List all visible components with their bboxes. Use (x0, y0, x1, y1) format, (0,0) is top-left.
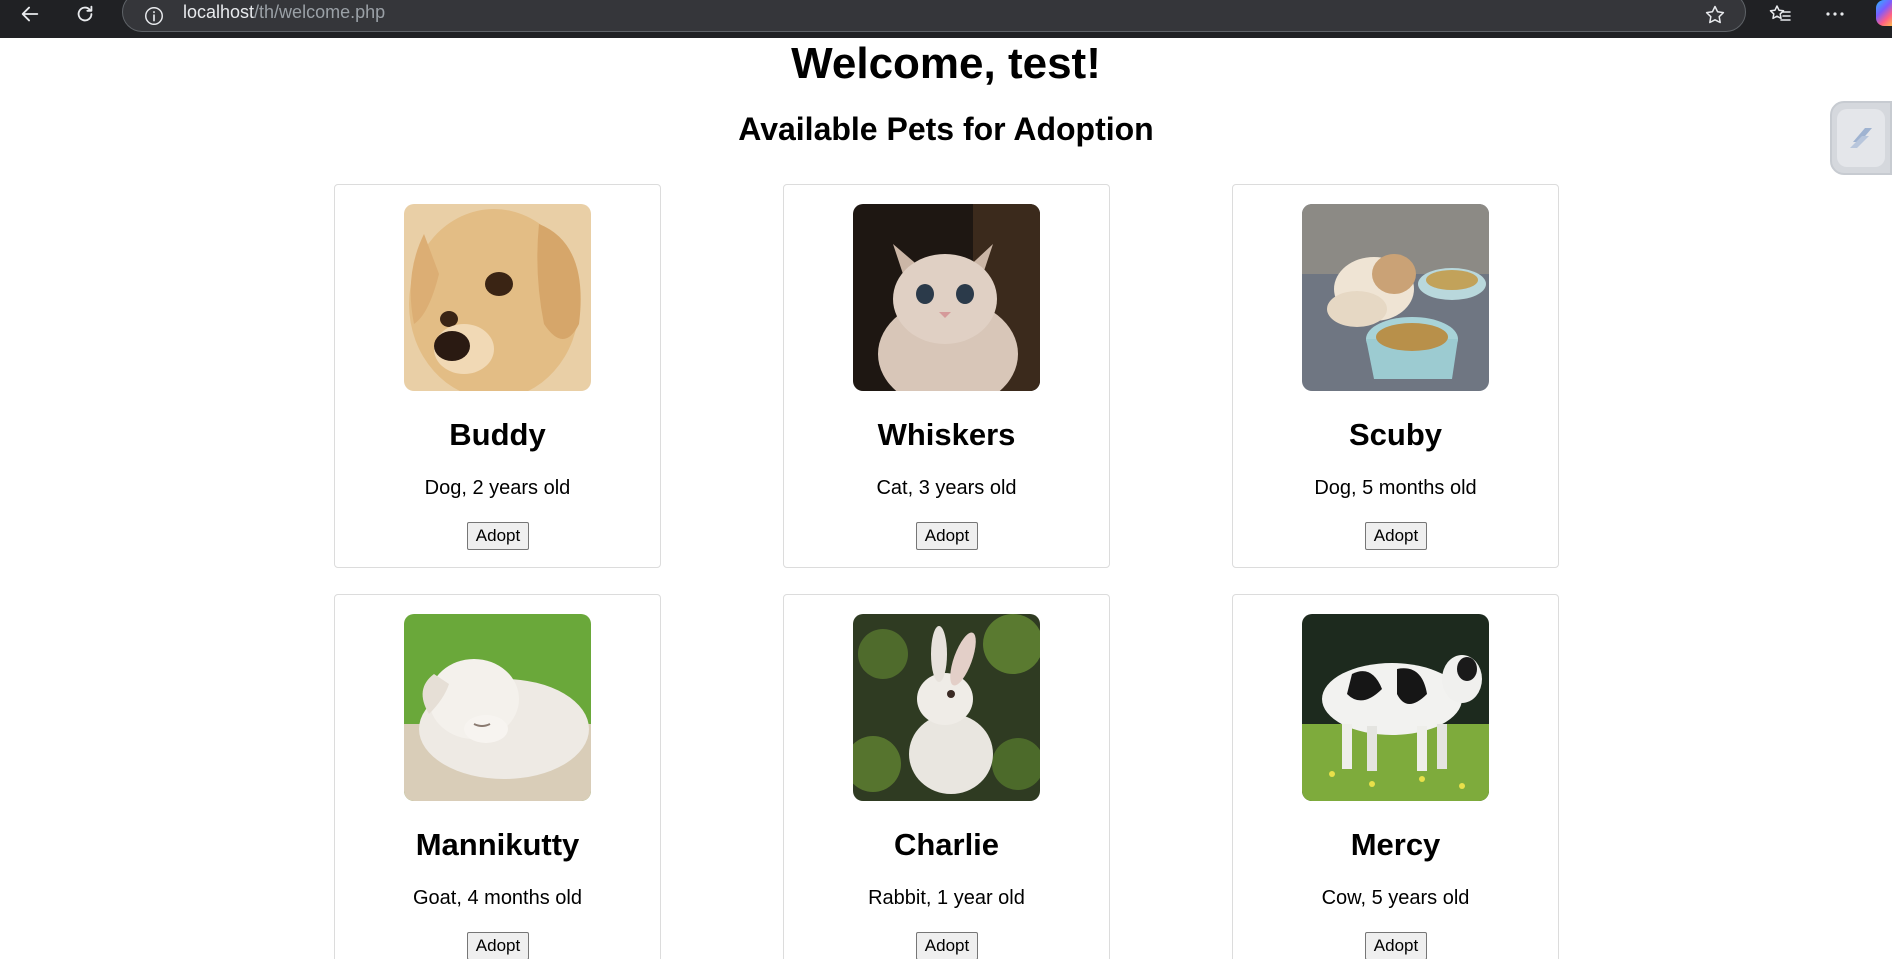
copilot-icon[interactable] (1876, 0, 1892, 26)
pet-info: Goat, 4 months old (413, 887, 582, 909)
pet-name: Mercy (1350, 827, 1441, 862)
pet-photo (404, 614, 591, 801)
back-button[interactable] (12, 0, 48, 28)
pet-info: Cow, 5 years old (1321, 887, 1470, 909)
pet-name: Scuby (1348, 417, 1443, 452)
pet-info: Dog, 2 years old (424, 477, 571, 499)
welcome-heading: Welcome, test! (791, 39, 1101, 88)
url-text: localhost/th/welcome.php (183, 2, 385, 23)
sidebar-toggle-button[interactable] (1830, 101, 1892, 175)
bookmark-star-icon[interactable] (1703, 3, 1727, 27)
rabbit-photo (853, 614, 1040, 801)
goat-photo (404, 614, 591, 801)
refresh-icon (77, 5, 93, 22)
pet-card: Mercy Cow, 5 years old Adopt (1232, 594, 1559, 959)
url-host: localhost (183, 2, 255, 22)
pet-name: Buddy (449, 417, 546, 452)
favorites-icon (1769, 5, 1791, 21)
pet-info: Dog, 5 months old (1314, 477, 1477, 499)
refresh-button[interactable] (67, 0, 103, 28)
adopt-button[interactable]: Adopt (916, 522, 978, 550)
back-arrow-icon (21, 6, 39, 22)
pet-photo (1302, 614, 1489, 801)
pet-card: Whiskers Cat, 3 years old Adopt (783, 184, 1110, 568)
adopt-button[interactable]: Adopt (467, 522, 529, 550)
more-dots-icon (1826, 12, 1844, 16)
cow-photo (1302, 614, 1489, 801)
pet-name: Charlie (893, 827, 1000, 862)
adopt-button[interactable]: Adopt (1365, 522, 1427, 550)
page-viewport: Welcome, test! Available Pets for Adopti… (0, 38, 1892, 959)
pet-card: Scuby Dog, 5 months old Adopt (1232, 184, 1559, 568)
favorites-button[interactable] (1762, 0, 1798, 28)
dog-photo (404, 204, 591, 391)
pet-name: Whiskers (877, 417, 1016, 452)
address-bar[interactable]: localhost/th/welcome.php (122, 0, 1746, 32)
extension-bolt-icon (1850, 128, 1872, 148)
pet-card: Mannikutty Goat, 4 months old Adopt (334, 594, 661, 959)
adopt-button[interactable]: Adopt (916, 932, 978, 959)
pets-heading: Available Pets for Adoption (738, 111, 1154, 147)
browser-toolbar: localhost/th/welcome.php (0, 0, 1892, 38)
adopt-button[interactable]: Adopt (467, 932, 529, 959)
pet-photo (853, 204, 1040, 391)
pet-name: Mannikutty (415, 827, 580, 862)
cat-photo (853, 204, 1040, 391)
more-menu-button[interactable] (1817, 0, 1853, 28)
pet-card: Charlie Rabbit, 1 year old Adopt (783, 594, 1110, 959)
pet-card: Buddy Dog, 2 years old Adopt (334, 184, 661, 568)
pet-info: Cat, 3 years old (876, 477, 1017, 499)
site-info-icon[interactable] (143, 5, 165, 27)
dog-photo (1302, 204, 1489, 391)
pet-photo (404, 204, 591, 391)
pet-photo (1302, 204, 1489, 391)
pet-photo (853, 614, 1040, 801)
adopt-button[interactable]: Adopt (1365, 932, 1427, 959)
sidebar-toggle-inner (1837, 109, 1885, 167)
url-path: /th/welcome.php (254, 2, 386, 22)
pet-info: Rabbit, 1 year old (868, 887, 1025, 909)
